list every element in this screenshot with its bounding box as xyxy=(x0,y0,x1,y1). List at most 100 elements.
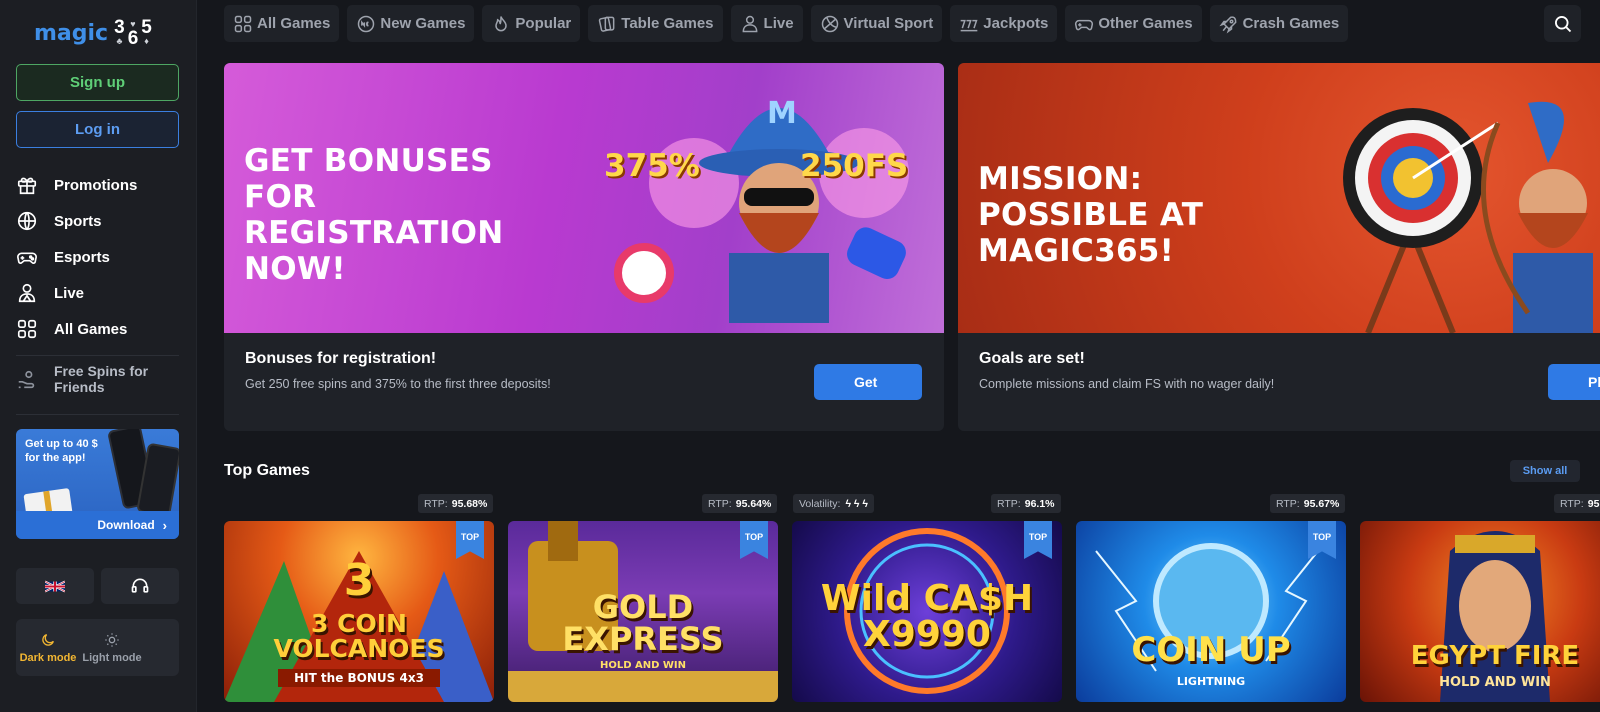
tab-label: Jackpots xyxy=(983,15,1049,32)
game-title-num: 3 xyxy=(343,555,375,606)
divider xyxy=(16,414,179,415)
flame-icon xyxy=(495,15,508,31)
game-title: Wild CA$H X9990 xyxy=(820,578,1034,655)
sidebar-item-sports[interactable]: Sports xyxy=(16,203,186,239)
game-title: COIN UP xyxy=(1131,630,1291,670)
get-button[interactable]: Get xyxy=(814,364,922,400)
hand-coin-icon xyxy=(18,370,35,389)
tab-table-games[interactable]: Table Games xyxy=(588,5,723,42)
sidebar-item-label: All Games xyxy=(54,320,128,338)
download-button[interactable]: Download › xyxy=(16,511,179,539)
tab-virtual-sport[interactable]: Virtual Sport xyxy=(810,5,943,42)
rtp-badge: RTP: 95 xyxy=(1554,494,1600,513)
logo[interactable]: magic 3 ♣ ♥ 6 5 ♦ xyxy=(34,14,152,52)
lightning-icon: ϟ ϟ ϟ xyxy=(845,497,868,510)
gamepad-icon xyxy=(17,252,37,264)
rtp-label: RTP: xyxy=(1560,497,1584,510)
tab-jackpots[interactable]: Jackpots xyxy=(950,5,1058,42)
login-button[interactable]: Log in xyxy=(16,111,179,148)
section-title: Top Games xyxy=(224,462,310,479)
tab-popular[interactable]: Popular xyxy=(482,5,581,42)
sidebar-item-all-games[interactable]: All Games xyxy=(16,311,186,347)
light-mode-button[interactable]: Light mode xyxy=(80,619,144,676)
virtual-ball-icon xyxy=(821,15,838,32)
logo-digit: 6 xyxy=(127,28,139,49)
sidebar-item-free-spins[interactable]: Free Spins for Friends xyxy=(16,363,186,395)
game-card[interactable]: GOLD EXPRESS HOLD AND WIN TOP xyxy=(508,521,778,702)
dealer-icon xyxy=(742,15,757,32)
sidebar-item-promotions[interactable]: Promotions xyxy=(16,167,186,203)
show-all-button[interactable]: Show all xyxy=(1510,460,1580,482)
rtp-label: RTP: xyxy=(997,497,1021,510)
sidebar: magic 3 ♣ ♥ 6 5 ♦ Sign up Log in Promotions… xyxy=(0,0,197,712)
language-button[interactable] xyxy=(16,568,94,604)
tab-label: Live xyxy=(763,15,794,32)
chevron-right-icon: › xyxy=(162,517,167,533)
game-card[interactable]: Wild CA$H X9990 TOP xyxy=(792,521,1062,702)
banner-image: GET BONUSES FOR REGISTRATION NOW! M 375%… xyxy=(224,63,944,333)
game-title: EGYPT FIRE xyxy=(1410,641,1580,671)
play-button[interactable]: Pl xyxy=(1548,364,1600,400)
target-mascot-image xyxy=(1343,101,1593,333)
support-button[interactable] xyxy=(101,568,179,604)
game-card[interactable]: EGYPT FIRE HOLD AND WIN xyxy=(1360,521,1600,702)
banner-headline: GET BONUSES FOR REGISTRATION NOW! xyxy=(244,143,504,287)
tab-crash-games[interactable]: Crash Games xyxy=(1209,5,1349,42)
sun-icon xyxy=(105,632,119,647)
banner-title: Bonuses for registration! xyxy=(245,350,437,367)
rtp-badge: RTP: 95.64% xyxy=(702,494,778,513)
search-icon xyxy=(1554,15,1571,32)
signup-button[interactable]: Sign up xyxy=(16,64,179,101)
rtp-value: 95.64% xyxy=(735,497,772,510)
wizard-mascot-image: M xyxy=(614,96,909,323)
game-subtitle: HOLD AND WIN xyxy=(599,660,687,671)
volatility-label: Volatility: xyxy=(799,497,841,510)
logo-suit: ♦ xyxy=(144,36,149,46)
tab-new-games[interactable]: New Games xyxy=(347,5,475,42)
cards-icon xyxy=(599,16,615,32)
headset-icon xyxy=(131,578,149,593)
rtp-label: RTP: xyxy=(424,497,448,510)
sidebar-item-label: Sports xyxy=(54,212,102,230)
tab-label: Virtual Sport xyxy=(843,15,934,32)
app-promo-text: Get up to 40 $ for the app! xyxy=(25,438,98,464)
promo-banner-missions[interactable]: MISSION: POSSIBLE AT MAGIC365! Goals are… xyxy=(958,63,1600,431)
game-subtitle: HIT the BONUS 4x3 xyxy=(278,669,440,687)
tab-all-games[interactable]: All Games xyxy=(224,5,340,42)
banner-description: Get 250 free spins and 375% to the first… xyxy=(245,377,551,391)
sidebar-item-live[interactable]: Live xyxy=(16,275,186,311)
jackpot-777-icon xyxy=(960,19,978,31)
game-subtitle: LIGHTNING xyxy=(1176,675,1246,688)
promo-banner-bonuses[interactable]: GET BONUSES FOR REGISTRATION NOW! M 375%… xyxy=(224,63,944,431)
game-card[interactable]: 3 3 COIN VOLCANOES HIT the BONUS 4x3 TOP xyxy=(224,521,494,702)
light-mode-label: Light mode xyxy=(82,651,142,664)
rtp-label: RTP: xyxy=(708,497,732,510)
tab-label: All Games xyxy=(257,15,331,32)
banner-badge-percent: 375% xyxy=(604,148,700,184)
gift-icon xyxy=(17,177,37,195)
logo-digit: 3 xyxy=(114,17,125,38)
search-button[interactable] xyxy=(1544,5,1581,42)
tab-label: Table Games xyxy=(621,15,714,32)
tab-label: Popular xyxy=(515,15,572,32)
game-title: GOLD EXPRESS xyxy=(562,588,724,658)
grid-icon xyxy=(17,319,37,339)
download-label: Download xyxy=(97,518,155,532)
game-card[interactable]: COIN UP LIGHTNING TOP xyxy=(1076,521,1346,702)
tab-other-games[interactable]: Other Games xyxy=(1065,5,1202,42)
game-subtitle: HOLD AND WIN xyxy=(1439,675,1551,690)
logo-word: magic xyxy=(34,20,109,46)
grid-icon xyxy=(234,15,252,32)
dark-mode-label: Dark mode xyxy=(19,651,77,664)
sidebar-item-esports[interactable]: Esports xyxy=(16,239,186,275)
category-nav: All Games New Games Popular Table Games … xyxy=(224,5,1349,42)
app-promo-banner[interactable]: Get up to 40 $ for the app! Download › xyxy=(16,429,179,539)
tab-label: Crash Games xyxy=(1242,15,1340,32)
tab-label: Other Games xyxy=(1098,15,1193,32)
dark-mode-button[interactable]: Dark mode xyxy=(16,619,80,676)
sidebar-item-label: Live xyxy=(54,284,85,302)
tab-live[interactable]: Live xyxy=(730,5,803,42)
svg-text:M: M xyxy=(767,96,797,131)
sidebar-item-label: Promotions xyxy=(54,176,138,194)
rtp-badge: RTP: 95.68% xyxy=(418,494,494,513)
